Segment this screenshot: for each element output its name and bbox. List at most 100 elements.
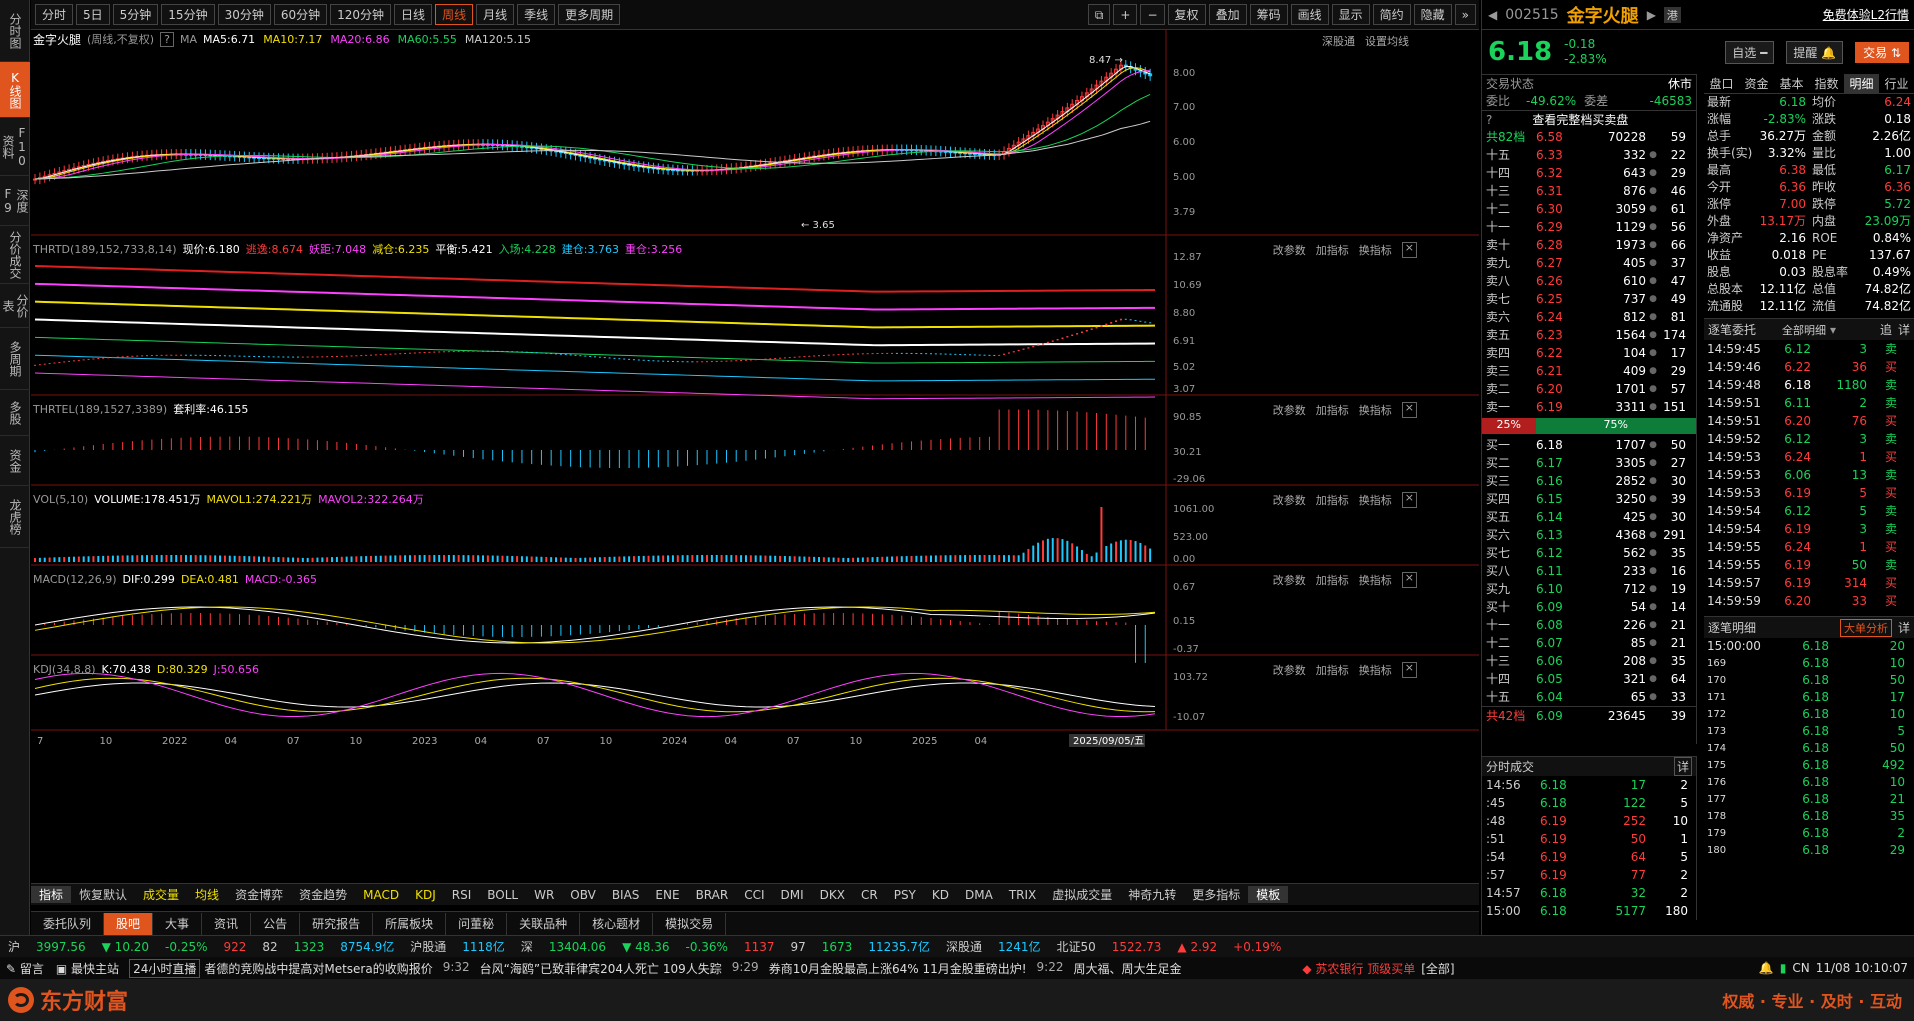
buy-level[interactable]: 买六 6.13 4368 ● 291 bbox=[1482, 526, 1696, 544]
panel-link[interactable]: 换指标 bbox=[1359, 242, 1392, 258]
period-button[interactable]: 季线 bbox=[517, 4, 556, 25]
indicator-tab[interactable]: 资金博弈 bbox=[227, 886, 291, 903]
panel-link[interactable]: 加指标 bbox=[1316, 242, 1349, 258]
indicator-tab[interactable]: 更多指标 bbox=[1184, 886, 1248, 903]
bottom-tab[interactable]: 问董秘 bbox=[446, 912, 508, 935]
indicator-tab[interactable]: 指标 bbox=[31, 886, 72, 903]
indicator-tab[interactable]: RSI bbox=[444, 888, 480, 902]
panel-link[interactable]: 改参数 bbox=[1273, 662, 1306, 678]
buy-level[interactable]: 十三 6.06 208 ● 35 bbox=[1482, 652, 1696, 670]
help-icon[interactable]: ? bbox=[160, 31, 174, 47]
panel-link[interactable]: 加指标 bbox=[1316, 662, 1349, 678]
toolbar-button[interactable]: 画线 bbox=[1290, 4, 1329, 25]
close-icon[interactable]: × bbox=[1401, 402, 1417, 418]
zoom-in-icon[interactable]: + bbox=[1113, 4, 1138, 25]
period-button[interactable]: 60分钟 bbox=[273, 4, 328, 25]
close-icon[interactable]: × bbox=[1401, 492, 1417, 508]
alert-button[interactable]: 提醒 🔔 bbox=[1786, 40, 1844, 64]
left-nav-item[interactable]: 分价表 bbox=[0, 284, 30, 328]
expand-icon[interactable]: » bbox=[1454, 4, 1476, 25]
buy-level[interactable]: 买十 6.09 54 ● 14 bbox=[1482, 598, 1696, 616]
sell-level[interactable]: 十四 6.32 643 ● 29 bbox=[1482, 164, 1696, 182]
bottom-tab[interactable]: 模拟交易 bbox=[653, 912, 727, 935]
indicator-tab[interactable]: 均线 bbox=[187, 886, 227, 903]
period-button[interactable]: 月线 bbox=[476, 4, 515, 25]
bottom-tab[interactable]: 核心题材 bbox=[580, 912, 654, 935]
panel-link[interactable]: 改参数 bbox=[1273, 572, 1306, 588]
indicator-tab[interactable]: 神奇九转 bbox=[1120, 886, 1184, 903]
news-item[interactable]: 9:29 bbox=[732, 960, 759, 977]
left-nav-item[interactable]: 多股 bbox=[0, 390, 30, 436]
close-icon[interactable]: × bbox=[1401, 242, 1417, 258]
period-button[interactable]: 周线 bbox=[435, 4, 474, 25]
news-item[interactable]: 9:22 bbox=[1037, 960, 1064, 977]
left-nav-item[interactable]: 分价成交 bbox=[0, 226, 30, 284]
indicator-tab[interactable]: DMI bbox=[773, 888, 812, 902]
detail-tab[interactable]: 指数 bbox=[1809, 74, 1844, 93]
bottom-tab[interactable]: 所属板块 bbox=[373, 912, 447, 935]
buy-level[interactable]: 买九 6.10 712 ● 19 bbox=[1482, 580, 1696, 598]
period-button[interactable]: 5分钟 bbox=[112, 4, 159, 25]
sell-level[interactable]: 卖七 6.25 737 ● 49 bbox=[1482, 290, 1696, 308]
live-news-tag[interactable]: 24小时直播 bbox=[129, 958, 201, 978]
watchlist-button[interactable]: 自选 ━ bbox=[1725, 40, 1775, 64]
buy-level[interactable]: 买七 6.12 562 ● 35 bbox=[1482, 544, 1696, 562]
period-button[interactable]: 5日 bbox=[76, 4, 110, 25]
detail-tab[interactable]: 盘口 bbox=[1704, 74, 1739, 93]
detail-tab[interactable]: 资金 bbox=[1739, 74, 1774, 93]
panel-link[interactable]: 加指标 bbox=[1316, 492, 1349, 508]
bottom-tab[interactable]: 委托队列 bbox=[31, 912, 105, 935]
indicator-tab[interactable]: KDJ bbox=[407, 888, 444, 902]
buy-level[interactable]: 买一 6.18 1707 ● 50 bbox=[1482, 436, 1696, 454]
sell-level[interactable]: 十二 6.30 3059 ● 61 bbox=[1482, 200, 1696, 218]
news-item[interactable]: 券商10月金股最高上涨64% 11月金股重磅出炉! bbox=[769, 960, 1027, 977]
kline-chart-svg[interactable]: 8.00 7.00 6.00 5.00 3.79 8.47 → ← 3.65 12.87 10.… bbox=[31, 30, 1479, 896]
chart-area[interactable]: 8.00 7.00 6.00 5.00 3.79 8.47 → ← 3.65 12.87 10.… bbox=[31, 30, 1479, 896]
detail-tab[interactable]: 行业 bbox=[1879, 74, 1914, 93]
left-nav-item[interactable]: 资金 bbox=[0, 436, 30, 486]
indicator-tab[interactable]: BOLL bbox=[479, 888, 526, 902]
full-book-row[interactable]: ? 查看完整档买卖盘 bbox=[1482, 110, 1696, 128]
sell-level[interactable]: 十五 6.33 332 ● 22 bbox=[1482, 146, 1696, 164]
indicator-tab[interactable]: PSY bbox=[886, 888, 924, 902]
next-stock-icon[interactable]: ▶ bbox=[1647, 8, 1656, 22]
buy-level[interactable]: 十一 6.08 226 ● 21 bbox=[1482, 616, 1696, 634]
entrust-chase-button[interactable]: 追 bbox=[1880, 321, 1892, 338]
link-hk-connect[interactable]: 深股通 bbox=[1322, 33, 1355, 49]
sell-level[interactable]: 卖五 6.23 1564 ● 174 bbox=[1482, 326, 1696, 344]
period-button[interactable]: 15分钟 bbox=[161, 4, 215, 25]
window-icon[interactable]: ⧉ bbox=[1087, 4, 1111, 25]
indicator-tab[interactable]: 资金趋势 bbox=[291, 886, 355, 903]
indicator-tab[interactable]: MACD bbox=[355, 888, 407, 902]
quick-server-button[interactable]: ▣ 最快主站 bbox=[50, 960, 125, 977]
entrust-filter[interactable]: 全部明细 bbox=[1782, 322, 1826, 338]
indicator-tab[interactable]: BIAS bbox=[604, 888, 648, 902]
buy-level[interactable]: 买八 6.11 233 ● 16 bbox=[1482, 562, 1696, 580]
panel-link[interactable]: 换指标 bbox=[1359, 662, 1392, 678]
period-button[interactable]: 日线 bbox=[394, 4, 433, 25]
buy-level[interactable]: 买四 6.15 3250 ● 39 bbox=[1482, 490, 1696, 508]
bottom-tab[interactable]: 大事 bbox=[153, 912, 203, 935]
panel-link[interactable]: 改参数 bbox=[1273, 242, 1306, 258]
bell-icon[interactable]: 🔔 bbox=[1759, 961, 1774, 975]
panel-link[interactable]: 改参数 bbox=[1273, 402, 1306, 418]
dropdown-icon[interactable]: ▾ bbox=[1830, 323, 1836, 337]
panel-link[interactable]: 改参数 bbox=[1273, 492, 1306, 508]
panel-link[interactable]: 加指标 bbox=[1316, 572, 1349, 588]
left-nav-item[interactable]: 深度F9 bbox=[0, 176, 30, 226]
panel-link[interactable]: 换指标 bbox=[1359, 402, 1392, 418]
indicator-tab[interactable]: CR bbox=[853, 888, 886, 902]
prev-stock-icon[interactable]: ◀ bbox=[1488, 8, 1497, 22]
close-icon[interactable]: × bbox=[1401, 662, 1417, 678]
promo-link[interactable]: 免费体验L2行情 bbox=[1823, 6, 1909, 23]
left-nav-item[interactable]: F10资料 bbox=[0, 118, 30, 176]
indicator-tab[interactable]: DMA bbox=[957, 888, 1001, 902]
entrust-detail-button[interactable]: 详 bbox=[1898, 321, 1910, 338]
bottom-tab[interactable]: 关联品种 bbox=[507, 912, 581, 935]
indicator-tab[interactable]: TRIX bbox=[1001, 888, 1044, 902]
indicator-tab[interactable]: CCI bbox=[736, 888, 772, 902]
hk-tag[interactable]: 港 bbox=[1663, 6, 1681, 23]
period-button[interactable]: 120分钟 bbox=[330, 4, 392, 25]
sell-level[interactable]: 十一 6.29 1129 ● 56 bbox=[1482, 218, 1696, 236]
toolbar-button[interactable]: 叠加 bbox=[1208, 4, 1247, 25]
